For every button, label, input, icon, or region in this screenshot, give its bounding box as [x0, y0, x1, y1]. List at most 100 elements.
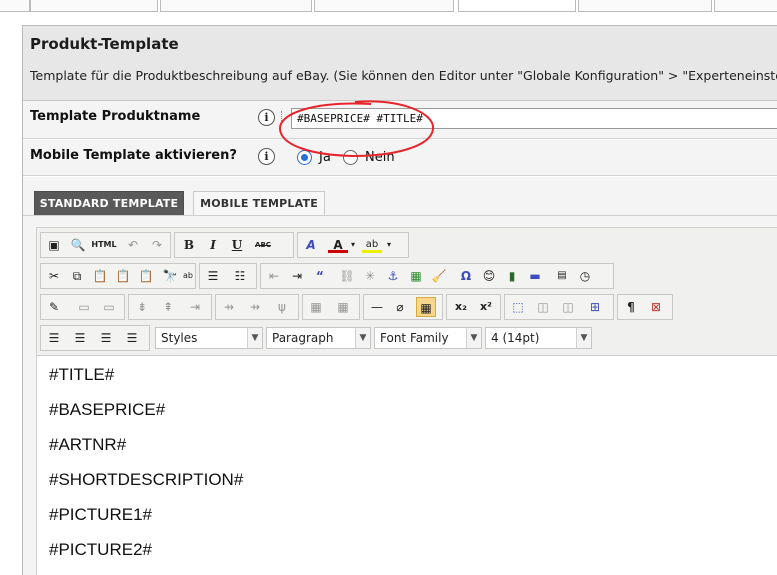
- text-color-icon[interactable]: A: [328, 235, 348, 253]
- align-justify-icon[interactable]: ☰: [122, 328, 142, 348]
- font-size-dropdown[interactable]: 4 (14pt) ▼: [485, 327, 592, 349]
- delete-col-icon[interactable]: ψ: [272, 297, 292, 317]
- horizontal-line-icon[interactable]: —: [367, 297, 387, 317]
- chevron-down-icon[interactable]: ▾: [384, 235, 394, 255]
- unlink-icon[interactable]: ✳: [360, 266, 380, 286]
- anchor-icon[interactable]: ⚓: [383, 266, 403, 286]
- radio-ja[interactable]: [297, 150, 312, 165]
- info-icon[interactable]: i: [258, 109, 275, 126]
- paste-word-icon[interactable]: 📋: [136, 266, 156, 286]
- paste-icon[interactable]: 📋: [90, 266, 110, 286]
- underline-icon[interactable]: U: [227, 235, 247, 255]
- preview-icon[interactable]: 🔍: [68, 235, 88, 255]
- format-dropdown[interactable]: Paragraph ▼: [266, 327, 371, 349]
- top-tab[interactable]: [578, 0, 712, 12]
- indent-icon[interactable]: ⇥: [287, 266, 307, 286]
- top-tab-strip: [0, 0, 777, 12]
- align-right-icon[interactable]: ☰: [96, 328, 116, 348]
- merge-cells-icon[interactable]: ▦: [333, 297, 353, 317]
- source-icon[interactable]: ▣: [44, 235, 64, 255]
- emoticon-icon[interactable]: 😊: [479, 266, 499, 286]
- table-row-props-icon[interactable]: ▭: [74, 297, 94, 317]
- template-name-input[interactable]: [291, 108, 777, 129]
- content-line[interactable]: #BASEPRICE#: [49, 400, 165, 420]
- move-forward-icon[interactable]: ◫: [533, 297, 553, 317]
- toolbar-group: x₂ x²: [446, 294, 501, 320]
- redo-icon[interactable]: ↷: [147, 235, 167, 255]
- info-icon[interactable]: i: [258, 148, 275, 165]
- chevron-down-icon: ▼: [466, 328, 481, 348]
- toolbar-group: A A ▾ ab ▾: [297, 232, 409, 258]
- special-char-icon[interactable]: Ω: [456, 266, 476, 286]
- font-size-dropdown-value: 4 (14pt): [491, 331, 540, 345]
- subscript-icon[interactable]: x₂: [451, 297, 471, 317]
- copy-icon[interactable]: ⧉: [67, 266, 87, 286]
- outdent-icon[interactable]: ⇤: [264, 266, 284, 286]
- paragraph-icon[interactable]: ¶: [621, 297, 641, 317]
- insert-date-icon[interactable]: ▤: [552, 266, 572, 286]
- numbered-list-icon[interactable]: ☷: [230, 266, 250, 286]
- table-cell-props-icon[interactable]: ▭: [99, 297, 119, 317]
- content-line[interactable]: #PICTURE1#: [49, 505, 152, 525]
- superscript-icon[interactable]: x²: [476, 297, 496, 317]
- paste-text-icon[interactable]: 📋: [113, 266, 133, 286]
- bullet-list-icon[interactable]: ☰: [203, 266, 223, 286]
- tab-divider: [23, 215, 777, 216]
- undo-icon[interactable]: ↶: [123, 235, 143, 255]
- image-icon[interactable]: ▦: [406, 266, 426, 286]
- find-icon[interactable]: 🔭: [160, 266, 180, 286]
- horizontal-rule-icon[interactable]: ▬: [525, 266, 545, 286]
- styles-dropdown[interactable]: Styles ▼: [155, 327, 263, 349]
- highlight-color-icon[interactable]: ab: [362, 235, 382, 253]
- table-icon[interactable]: ▦: [416, 297, 436, 317]
- insert-col-icon[interactable]: ⇸: [219, 297, 239, 317]
- split-cells-icon[interactable]: ▦: [306, 297, 326, 317]
- top-tab[interactable]: [30, 0, 158, 12]
- chevron-down-icon: ▼: [355, 328, 370, 348]
- chevron-down-icon[interactable]: ▾: [348, 235, 358, 255]
- top-tab[interactable]: [0, 0, 30, 12]
- insert-row-after-icon[interactable]: ⇞: [158, 297, 178, 317]
- cleanup-icon[interactable]: 🧹: [429, 266, 449, 286]
- align-center-icon[interactable]: ☰: [70, 328, 90, 348]
- content-line[interactable]: #TITLE#: [49, 365, 114, 385]
- radio-nein-label: Nein: [365, 150, 395, 165]
- strikethrough-icon[interactable]: ABC: [251, 235, 275, 255]
- eraser-icon[interactable]: ⌀: [390, 297, 410, 317]
- move-backward-icon[interactable]: ◫: [558, 297, 578, 317]
- top-tab-active[interactable]: [458, 0, 576, 12]
- content-line[interactable]: #PICTURE2#: [49, 540, 152, 560]
- align-left-icon[interactable]: ☰: [44, 328, 64, 348]
- layer-icon[interactable]: ⬚: [508, 297, 528, 317]
- top-tab[interactable]: [314, 0, 454, 12]
- link-icon[interactable]: ⛓: [337, 266, 357, 286]
- top-tab[interactable]: [160, 0, 312, 12]
- font-family-dropdown[interactable]: Font Family ▼: [374, 327, 482, 349]
- radio-nein[interactable]: [343, 150, 358, 165]
- nonbreaking-icon[interactable]: ⊠: [646, 297, 666, 317]
- html-icon[interactable]: HTML: [91, 235, 117, 255]
- blockquote-icon[interactable]: “: [310, 266, 330, 286]
- cut-icon[interactable]: ✂: [44, 266, 64, 286]
- toolbar-group: ⇤ ⇥ “ ⛓ ✳ ⚓ ▦ 🧹 Ω 😊 ▮ ▬ ▤ ◷: [260, 263, 614, 289]
- insert-row-icon[interactable]: ⇟: [132, 297, 152, 317]
- edit-icon[interactable]: ✎: [44, 297, 64, 317]
- toolbar-group: ✂ ⧉ 📋 📋 📋 🔭 ab: [40, 263, 196, 289]
- top-tab[interactable]: [714, 0, 777, 12]
- tab-mobile-template[interactable]: MOBILE TEMPLATE: [193, 191, 325, 216]
- bold-icon[interactable]: B: [179, 235, 199, 255]
- replace-icon[interactable]: ab: [178, 266, 198, 286]
- toolbar-group: ☰ ☰ ☰ ☰: [40, 325, 150, 351]
- editor-content-area[interactable]: #TITLE# #BASEPRICE# #ARTNR# #SHORTDESCRI…: [36, 355, 777, 575]
- insert-time-icon[interactable]: ◷: [575, 266, 595, 286]
- toolbar-group: B I U ABC: [174, 232, 294, 258]
- media-icon[interactable]: ▮: [502, 266, 522, 286]
- insert-col-after-icon[interactable]: ⇸: [245, 297, 265, 317]
- italic-icon[interactable]: I: [203, 235, 223, 255]
- content-line[interactable]: #ARTNR#: [49, 435, 126, 455]
- content-line[interactable]: #SHORTDESCRIPTION#: [49, 470, 243, 490]
- absolute-position-icon[interactable]: ⊞: [585, 297, 605, 317]
- tab-standard-template[interactable]: STANDARD TEMPLATE: [34, 191, 184, 216]
- font-style-icon[interactable]: A: [301, 235, 321, 255]
- delete-row-icon[interactable]: ⇥: [185, 297, 205, 317]
